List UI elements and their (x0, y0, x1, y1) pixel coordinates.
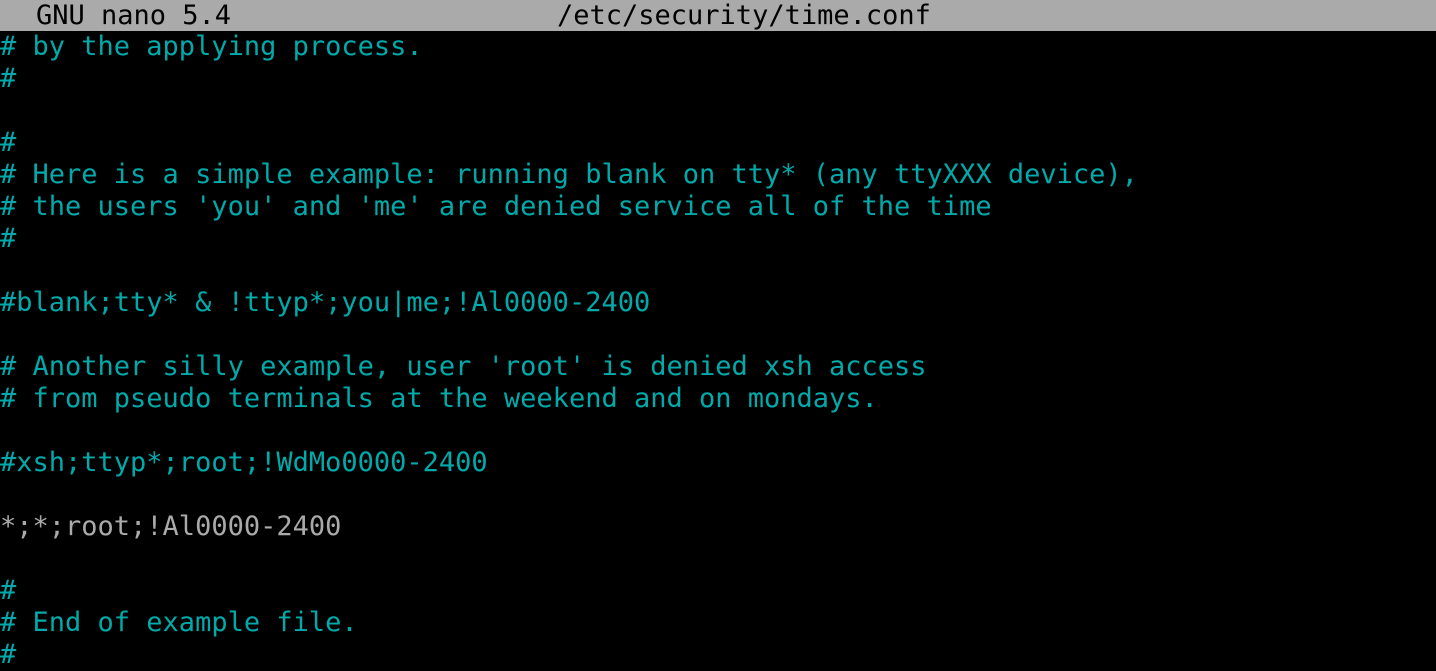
editor-line[interactable] (0, 255, 1436, 287)
editor-line[interactable]: #blank;tty* & !ttyp*;you|me;!Al0000-2400 (0, 287, 1436, 319)
editor-line[interactable] (0, 479, 1436, 511)
editor-line[interactable] (0, 543, 1436, 575)
editor-line[interactable]: # (0, 63, 1436, 95)
editor-line[interactable]: #xsh;ttyp*;root;!WdMo0000-2400 (0, 447, 1436, 479)
editor-text-area[interactable]: # by the applying process. # # # Here is… (0, 31, 1436, 671)
editor-line[interactable]: # (0, 127, 1436, 159)
editor-line[interactable]: *;*;root;!Al0000-2400 (0, 511, 1436, 543)
editor-line[interactable]: # (0, 639, 1436, 671)
editor-line[interactable]: # Another silly example, user 'root' is … (0, 351, 1436, 383)
nano-title-bar: GNU nano 5.4 /etc/security/time.conf (0, 0, 1436, 31)
editor-line[interactable]: # by the applying process. (0, 31, 1436, 63)
file-path: /etc/security/time.conf (557, 0, 931, 31)
editor-line[interactable] (0, 319, 1436, 351)
editor-line[interactable] (0, 95, 1436, 127)
app-name: GNU nano 5.4 (36, 0, 232, 31)
editor-line[interactable]: # Here is a simple example: running blan… (0, 159, 1436, 191)
editor-line[interactable]: # the users 'you' and 'me' are denied se… (0, 191, 1436, 223)
editor-line[interactable]: # (0, 575, 1436, 607)
editor-line[interactable]: # End of example file. (0, 607, 1436, 639)
editor-line[interactable]: # (0, 223, 1436, 255)
editor-line[interactable]: # from pseudo terminals at the weekend a… (0, 383, 1436, 415)
editor-line[interactable] (0, 415, 1436, 447)
